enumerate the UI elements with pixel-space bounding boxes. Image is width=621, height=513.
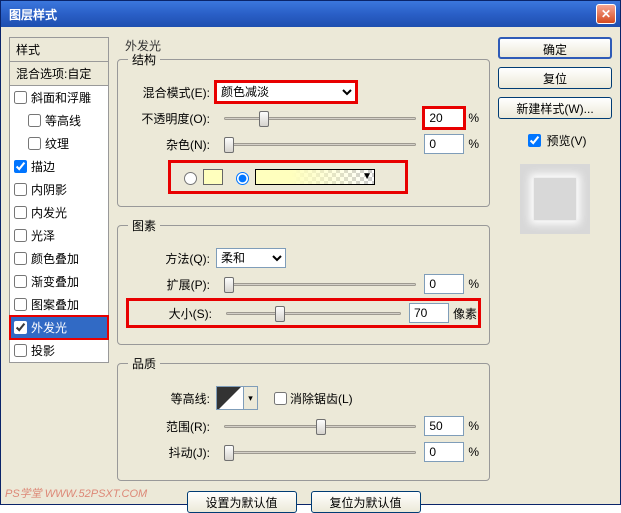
sidebar-label-1: 等高线 (45, 112, 81, 129)
noise-slider[interactable] (224, 135, 416, 153)
cancel-button[interactable]: 复位 (498, 67, 612, 89)
size-label: 大小(S): (130, 305, 212, 322)
antialias-checkbox[interactable] (274, 392, 287, 405)
sidebar-label-4: 内阴影 (31, 181, 67, 198)
sidebar-header[interactable]: 样式 (9, 37, 109, 62)
noise-input[interactable] (424, 134, 464, 154)
technique-select[interactable]: 柔和 (216, 248, 286, 268)
quality-fieldset: 品质 等高线: ▾ 消除锯齿(L) 范围(R): % (117, 355, 490, 481)
technique-label: 方法(Q): (128, 250, 210, 267)
range-unit: % (468, 419, 479, 433)
size-input[interactable] (409, 303, 449, 323)
reset-default-button[interactable]: 复位为默认值 (311, 491, 421, 513)
opacity-unit: % (468, 111, 479, 125)
sidebar-checkbox-10[interactable] (14, 321, 27, 334)
spread-slider[interactable] (224, 275, 416, 293)
jitter-slider[interactable] (224, 443, 416, 461)
preview-thumbnail (533, 177, 577, 221)
watermark: PS学堂 WWW.52PSXT.COM (5, 485, 147, 501)
sidebar-label-0: 斜面和浮雕 (31, 89, 91, 106)
main-panel: 外发光 结构 混合模式(E): 颜色减淡 不透明度(O): % (109, 37, 498, 494)
sidebar-item-9[interactable]: 图案叠加 (10, 293, 108, 316)
jitter-input[interactable] (424, 442, 464, 462)
right-column: 确定 复位 新建样式(W)... 预览(V) (498, 37, 612, 494)
glow-color-row (168, 160, 408, 194)
sidebar-label-11: 投影 (31, 342, 55, 359)
range-input[interactable] (424, 416, 464, 436)
sidebar-label-7: 颜色叠加 (31, 250, 79, 267)
size-unit: 像素 (453, 305, 477, 322)
panel-title: 外发光 (125, 37, 161, 54)
preview-box (520, 164, 590, 234)
spread-input[interactable] (424, 274, 464, 294)
sidebar-item-4[interactable]: 内阴影 (10, 178, 108, 201)
spread-label: 扩展(P): (128, 276, 210, 293)
sidebar-checkbox-1[interactable] (28, 114, 41, 127)
sidebar-item-5[interactable]: 内发光 (10, 201, 108, 224)
sidebar-item-6[interactable]: 光泽 (10, 224, 108, 247)
size-slider[interactable] (226, 304, 401, 322)
contour-dropdown[interactable]: ▾ (244, 386, 258, 410)
contour-label: 等高线: (128, 390, 210, 407)
sidebar-blending-options[interactable]: 混合选项:自定 (9, 62, 109, 86)
jitter-unit: % (468, 445, 479, 459)
styles-sidebar: 样式 混合选项:自定 斜面和浮雕等高线纹理描边内阴影内发光光泽颜色叠加渐变叠加图… (9, 37, 109, 494)
sidebar-checkbox-8[interactable] (14, 275, 27, 288)
sidebar-checkbox-9[interactable] (14, 298, 27, 311)
sidebar-checkbox-11[interactable] (14, 344, 27, 357)
sidebar-label-9: 图案叠加 (31, 296, 79, 313)
spread-unit: % (468, 277, 479, 291)
sidebar-label-6: 光泽 (31, 227, 55, 244)
antialias-label: 消除锯齿(L) (290, 390, 353, 407)
sidebar-checkbox-3[interactable] (14, 160, 27, 173)
sidebar-label-10: 外发光 (31, 319, 67, 336)
quality-legend: 品质 (128, 355, 160, 372)
sidebar-item-0[interactable]: 斜面和浮雕 (10, 86, 108, 109)
sidebar-label-5: 内发光 (31, 204, 67, 221)
structure-fieldset: 结构 混合模式(E): 颜色减淡 不透明度(O): % 杂色(N (117, 51, 490, 207)
sidebar-label-8: 渐变叠加 (31, 273, 79, 290)
titlebar: 图层样式 ✕ (1, 1, 620, 27)
noise-unit: % (468, 137, 479, 151)
sidebar-checkbox-6[interactable] (14, 229, 27, 242)
sidebar-checkbox-4[interactable] (14, 183, 27, 196)
sidebar-item-11[interactable]: 投影 (10, 339, 108, 362)
elements-fieldset: 图素 方法(Q): 柔和 扩展(P): % 大小(S): (117, 217, 490, 345)
preview-checkbox[interactable] (528, 134, 541, 147)
opacity-slider[interactable] (224, 109, 416, 127)
sidebar-checkbox-5[interactable] (14, 206, 27, 219)
blend-mode-select[interactable]: 颜色减淡 (216, 82, 356, 102)
ok-button[interactable]: 确定 (498, 37, 612, 59)
preview-label: 预览(V) (547, 132, 587, 149)
range-label: 范围(R): (128, 418, 210, 435)
opacity-label: 不透明度(O): (128, 110, 210, 127)
opacity-input[interactable] (424, 108, 464, 128)
gradient-radio[interactable] (236, 172, 249, 185)
contour-picker[interactable] (216, 386, 244, 410)
new-style-button[interactable]: 新建样式(W)... (498, 97, 612, 119)
jitter-label: 抖动(J): (128, 444, 210, 461)
sidebar-item-3[interactable]: 描边 (10, 155, 108, 178)
solid-color-radio[interactable] (184, 172, 197, 185)
close-button[interactable]: ✕ (596, 4, 616, 24)
gradient-swatch[interactable] (255, 169, 375, 185)
sidebar-item-7[interactable]: 颜色叠加 (10, 247, 108, 270)
blend-mode-label: 混合模式(E): (128, 84, 210, 101)
sidebar-item-2[interactable]: 纹理 (10, 132, 108, 155)
sidebar-item-1[interactable]: 等高线 (10, 109, 108, 132)
solid-color-swatch[interactable] (203, 169, 223, 185)
elements-legend: 图素 (128, 217, 160, 234)
sidebar-item-10[interactable]: 外发光 (10, 316, 108, 339)
window-title: 图层样式 (9, 6, 596, 23)
make-default-button[interactable]: 设置为默认值 (187, 491, 297, 513)
sidebar-item-8[interactable]: 渐变叠加 (10, 270, 108, 293)
sidebar-label-3: 描边 (31, 158, 55, 175)
sidebar-checkbox-0[interactable] (14, 91, 27, 104)
sidebar-checkbox-7[interactable] (14, 252, 27, 265)
sidebar-checkbox-2[interactable] (28, 137, 41, 150)
noise-label: 杂色(N): (128, 136, 210, 153)
sidebar-label-2: 纹理 (45, 135, 69, 152)
range-slider[interactable] (224, 417, 416, 435)
